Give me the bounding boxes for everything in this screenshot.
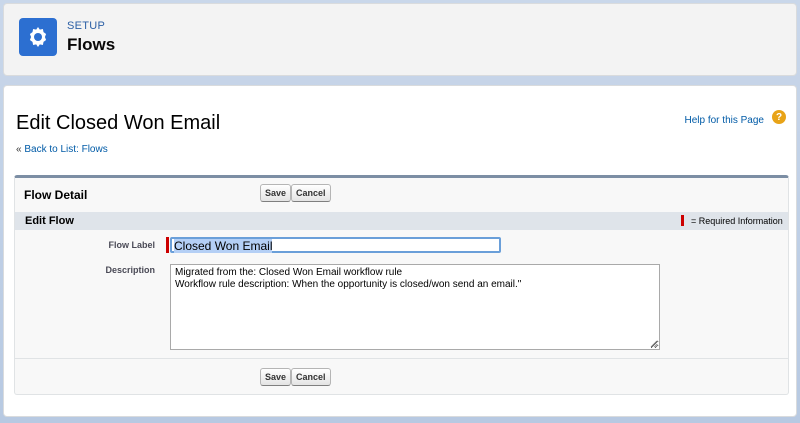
header-title: Flows (67, 35, 116, 54)
setup-header: SETUP Flows (3, 3, 797, 76)
divider (15, 358, 788, 359)
description-label: Description (105, 265, 155, 275)
edit-flow-section-bar: Edit Flow = Required Information (15, 212, 788, 230)
description-line-2: Workflow rule description: When the oppo… (175, 279, 522, 290)
question-icon[interactable]: ? (772, 110, 786, 124)
resize-grip-icon[interactable] (650, 340, 658, 348)
help-link[interactable]: Help for this Page (685, 115, 765, 126)
required-legend: = Required Information (691, 216, 783, 226)
main-card: Edit Closed Won Email Help for this Page… (3, 85, 797, 417)
back-to-list-link[interactable]: Back to List: Flows (24, 144, 107, 155)
description-line-1: Migrated from the: Closed Won Email work… (175, 267, 403, 278)
flow-detail-block: Flow Detail Save Cancel Edit Flow = Requ… (14, 175, 789, 395)
required-indicator (166, 237, 169, 253)
description-textarea[interactable]: Migrated from the: Closed Won Email work… (170, 264, 660, 350)
flow-label-input[interactable]: Closed Won Email (170, 237, 501, 253)
flow-label-value: Closed Won Email (174, 239, 273, 253)
header-eyebrow: SETUP (67, 20, 106, 32)
save-button-top[interactable]: Save (260, 184, 292, 202)
page: SETUP Flows Edit Closed Won Email Help f… (0, 0, 800, 423)
save-button-bottom[interactable]: Save (260, 368, 292, 386)
section-title: Edit Flow (25, 215, 74, 227)
required-marker (681, 215, 684, 226)
breadcrumb: « Back to List: Flows (16, 144, 108, 155)
cancel-button-bottom[interactable]: Cancel (291, 368, 331, 386)
gear-icon (19, 18, 57, 56)
cancel-button-top[interactable]: Cancel (291, 184, 331, 202)
page-title: Edit Closed Won Email (16, 112, 221, 134)
detail-title: Flow Detail (24, 188, 88, 202)
flow-label-label: Flow Label (108, 240, 155, 250)
